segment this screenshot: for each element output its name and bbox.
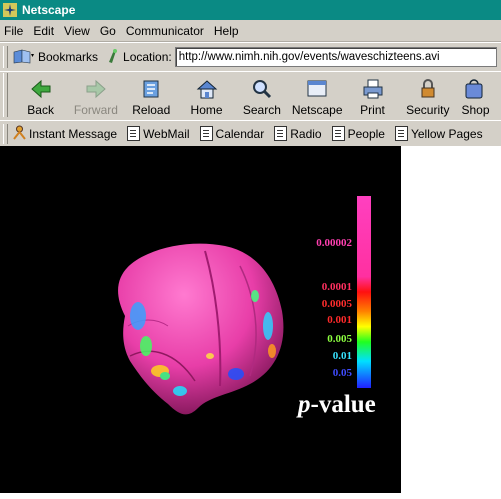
menu-file[interactable]: File — [0, 24, 28, 38]
shop-button[interactable]: Shop — [455, 72, 501, 120]
lock-icon — [415, 77, 441, 101]
navigation-toolbar: Back Forward Reload Home Search Netscape… — [0, 71, 501, 121]
scale-label: 0.00002 — [316, 237, 352, 249]
toolbar-grip[interactable] — [3, 73, 8, 117]
menu-go[interactable]: Go — [95, 24, 121, 38]
shop-label: Shop — [461, 103, 490, 117]
scale-label: 0.001 — [327, 314, 352, 326]
forward-arrow-icon — [83, 77, 109, 101]
home-button[interactable]: Home — [179, 72, 234, 120]
webmail-label: WebMail — [143, 126, 190, 141]
calendar-link[interactable]: Calendar — [199, 126, 265, 141]
netscape-app-icon — [3, 3, 17, 17]
bookmark-page-icon — [274, 126, 288, 141]
menu-communicator[interactable]: Communicator — [121, 24, 209, 38]
url-input[interactable]: http://www.nimh.nih.gov/events/waveschiz… — [174, 47, 497, 67]
print-button[interactable]: Print — [345, 72, 400, 120]
bookmark-page-icon — [199, 126, 213, 141]
window-title: Netscape — [22, 3, 76, 17]
search-button[interactable]: Search — [234, 72, 289, 120]
scale-label: 0.01 — [332, 350, 352, 362]
radio-label: Radio — [290, 126, 322, 141]
location-label-group: Location: — [106, 48, 172, 67]
people-label: People — [347, 126, 385, 141]
location-toolbar: Bookmarks Location: http://www.nimh.nih.… — [0, 42, 501, 72]
yellow-pages-label: Yellow Pages — [410, 126, 483, 141]
reload-button[interactable]: Reload — [124, 72, 179, 120]
bookmarks-button[interactable]: Bookmarks — [13, 48, 98, 67]
menu-edit[interactable]: Edit — [28, 24, 59, 38]
back-label: Back — [27, 103, 54, 117]
bookmarks-label: Bookmarks — [38, 50, 99, 64]
calendar-label: Calendar — [215, 126, 265, 141]
back-button[interactable]: Back — [13, 72, 68, 120]
scale-label: 0.0001 — [321, 281, 352, 293]
security-button[interactable]: Security — [400, 72, 455, 120]
menu-help[interactable]: Help — [209, 24, 244, 38]
netscape-label: Netscape — [291, 103, 343, 117]
search-icon — [249, 77, 275, 101]
home-icon — [194, 77, 220, 101]
toolbar-grip[interactable] — [3, 123, 8, 144]
person-icon — [13, 125, 26, 143]
people-link[interactable]: People — [331, 126, 385, 141]
location-label: Location: — [123, 50, 172, 64]
instant-message-link[interactable]: Instant Message — [13, 125, 117, 143]
reload-icon — [138, 77, 164, 101]
security-label: Security — [406, 103, 450, 117]
bookmark-page-icon — [331, 126, 345, 141]
yellow-pages-link[interactable]: Yellow Pages — [394, 126, 483, 141]
search-label: Search — [242, 103, 281, 117]
reload-label: Reload — [132, 103, 171, 117]
title-bar: Netscape — [0, 0, 501, 20]
back-arrow-icon — [28, 77, 54, 101]
personal-toolbar: Instant Message WebMail Calendar Radio P… — [0, 120, 501, 147]
scale-label: 0.0005 — [321, 298, 352, 310]
forward-label: Forward — [73, 103, 118, 117]
print-label: Print — [360, 103, 385, 117]
instant-message-label: Instant Message — [29, 126, 118, 141]
scale-label: 0.05 — [332, 367, 352, 379]
bookmark-page-icon — [127, 126, 141, 141]
toolbar-grip[interactable] — [3, 46, 8, 68]
scale-label: 0.005 — [327, 333, 352, 345]
p-label-suffix: -value — [310, 391, 376, 418]
netscape-button[interactable]: Netscape — [290, 72, 345, 120]
bookmark-page-icon — [394, 126, 408, 141]
printer-icon — [360, 77, 386, 101]
webmail-link[interactable]: WebMail — [127, 126, 190, 141]
home-label: Home — [190, 103, 223, 117]
p-value-label: p-value — [298, 391, 376, 419]
bookmarks-icon — [13, 48, 35, 67]
p-label-prefix: p — [298, 391, 311, 418]
menu-view[interactable]: View — [59, 24, 95, 38]
video-frame[interactable]: 0.00002 0.0001 0.0005 0.001 0.005 0.01 0.05 p-… — [0, 146, 401, 493]
page-proxy-icon[interactable] — [106, 48, 120, 67]
netscape-icon — [304, 77, 330, 101]
radio-link[interactable]: Radio — [274, 126, 322, 141]
forward-button[interactable]: Forward — [68, 72, 123, 120]
page-content: 0.00002 0.0001 0.0005 0.001 0.005 0.01 0.05 p-… — [0, 146, 501, 499]
p-value-color-scale — [357, 196, 371, 388]
menu-bar: File Edit View Go Communicator Help — [0, 20, 501, 42]
shop-icon — [461, 77, 487, 101]
